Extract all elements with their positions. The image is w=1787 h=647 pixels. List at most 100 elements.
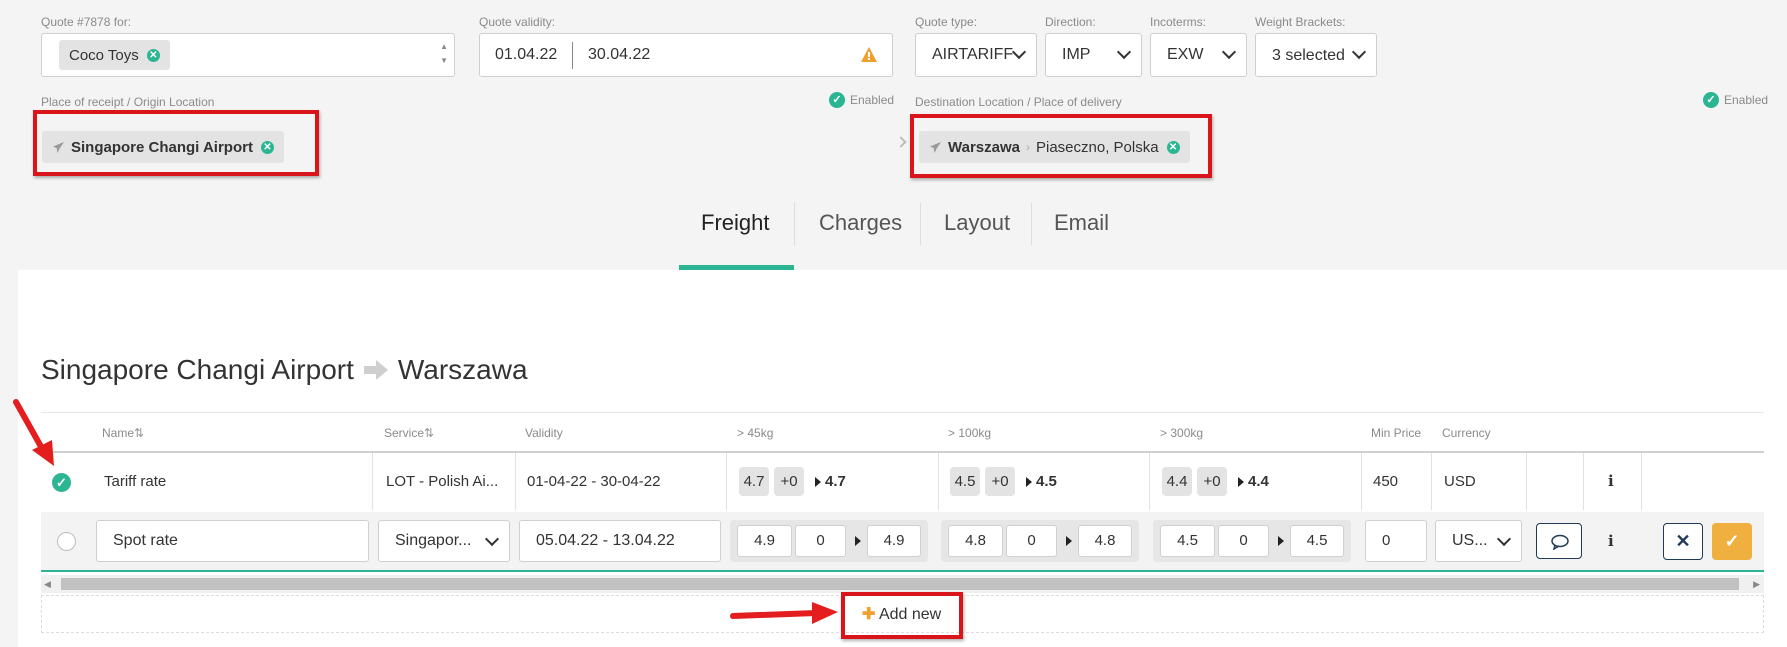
tab-divider <box>794 203 795 245</box>
customer-select[interactable]: Coco Toys ✕ ▲ ▼ <box>41 33 455 77</box>
destination-enabled-label: Enabled <box>1724 93 1769 107</box>
incoterms-value: EXW <box>1167 46 1204 63</box>
quote-for-label: Quote #7878 for: <box>41 15 132 29</box>
route-to: Warszawa <box>397 354 528 385</box>
column-divider <box>1149 453 1150 510</box>
scroll-right-icon[interactable]: ▶ <box>1753 579 1760 590</box>
comment-button[interactable] <box>1536 523 1582 559</box>
check-circle-icon: ✓ <box>829 92 845 108</box>
tab-freight[interactable]: Freight <box>701 210 769 236</box>
validity-from[interactable]: 01.04.22 <box>495 46 557 64</box>
remove-icon[interactable]: ✕ <box>1166 140 1180 154</box>
unselected-radio-icon[interactable] <box>57 532 76 551</box>
spot-300-total[interactable]: 4.5 <box>1290 525 1344 557</box>
spot-validity-input[interactable]: 05.04.22 - 13.04.22 <box>519 520 721 562</box>
quote-type-value: AIRTARIFF <box>932 46 1014 63</box>
tab-divider <box>1031 203 1032 245</box>
destination-region: Piaseczno, Polska <box>1035 138 1159 156</box>
route-title: Singapore Changi Airport Warszawa <box>41 354 528 386</box>
spot-45-base[interactable]: 4.9 <box>737 525 792 557</box>
selected-radio-icon[interactable]: ✓ <box>52 473 71 492</box>
chevron-right-icon: › <box>1025 140 1030 154</box>
quote-type-label: Quote type: <box>915 15 978 29</box>
destination-enabled-status[interactable]: ✓ Enabled <box>1703 92 1768 108</box>
tariff-currency: USD <box>1444 473 1476 490</box>
spot-service-select[interactable]: Singapor... <box>378 520 510 562</box>
chevron-down-icon <box>1011 44 1027 60</box>
spot-100-total[interactable]: 4.8 <box>1078 525 1132 557</box>
column-divider <box>938 453 939 510</box>
add-new-label: Add new <box>878 606 942 623</box>
column-divider <box>1583 453 1584 510</box>
validity-range-input[interactable]: 01.04.22 30.04.22 <box>479 33 893 77</box>
quote-type-select[interactable]: AIRTARIFF <box>915 33 1037 77</box>
scroll-left-icon[interactable]: ◀ <box>44 579 51 590</box>
incoterms-label: Incoterms: <box>1150 15 1207 29</box>
weight-brackets-select[interactable]: 3 selected <box>1255 33 1377 77</box>
tariff-name: Tariff rate <box>104 473 167 490</box>
direction-label: Direction: <box>1045 15 1096 29</box>
weight-brackets-label: Weight Brackets: <box>1255 15 1346 29</box>
weight-brackets-value: 3 selected <box>1272 47 1345 64</box>
plus-icon: ✚ <box>862 606 876 623</box>
destination-tag[interactable]: Warszawa › Piaseczno, Polska ✕ <box>919 131 1190 163</box>
spot-300-add[interactable]: 0 <box>1218 525 1269 557</box>
confirm-button[interactable]: ✓ <box>1712 523 1752 560</box>
validity-to[interactable]: 30.04.22 <box>588 46 650 64</box>
chevron-down-icon <box>1351 44 1367 60</box>
origin-tag[interactable]: Singapore Changi Airport ✕ <box>42 131 284 163</box>
header-min-price: Min Price <box>1371 426 1422 440</box>
tab-charges[interactable]: Charges <box>819 210 902 236</box>
scroll-arrows-icon[interactable]: ▲ ▼ <box>440 40 448 68</box>
spot-100-base[interactable]: 4.8 <box>948 525 1003 557</box>
annotation-arrow-right <box>730 602 838 624</box>
horizontal-scrollbar[interactable]: ◀ ▶ <box>41 575 1764 593</box>
info-icon[interactable]: i <box>1608 532 1614 550</box>
cancel-button[interactable]: ✕ <box>1663 523 1703 560</box>
arrow-right-icon <box>363 360 388 380</box>
scrollbar-thumb[interactable] <box>61 578 1739 590</box>
tariff-100-total: 4.5 <box>1036 473 1057 490</box>
sort-icon[interactable]: ⇅ <box>134 426 144 440</box>
header-service[interactable]: Service⇅ <box>384 426 434 440</box>
spot-name-input[interactable]: Spot rate <box>96 520 369 562</box>
tab-divider <box>920 203 921 245</box>
spot-100-add[interactable]: 0 <box>1006 525 1057 557</box>
column-divider <box>1361 453 1362 510</box>
route-from: Singapore Changi Airport <box>41 354 354 385</box>
caret-right-icon <box>1026 477 1032 487</box>
remove-icon[interactable]: ✕ <box>146 48 160 62</box>
sort-icon[interactable]: ⇅ <box>424 426 434 440</box>
customer-tag-label: Coco Toys <box>69 46 139 64</box>
origin-tag-label: Singapore Changi Airport <box>71 138 253 156</box>
plane-icon <box>52 141 65 153</box>
check-circle-icon: ✓ <box>1703 92 1719 108</box>
tariff-service: LOT - Polish Ai... <box>386 473 499 490</box>
header-currency: Currency <box>1442 426 1491 440</box>
chevron-down-icon <box>1116 44 1132 60</box>
tariff-300-base: 4.4 <box>1162 467 1192 496</box>
quote-validity-label: Quote validity: <box>479 15 556 29</box>
customer-tag[interactable]: Coco Toys ✕ <box>59 40 170 70</box>
spot-300-base[interactable]: 4.5 <box>1160 525 1215 557</box>
caret-right-icon <box>815 477 821 487</box>
tariff-300-add: +0 <box>1197 467 1227 496</box>
spot-45-total[interactable]: 4.9 <box>867 525 921 557</box>
origin-enabled-status[interactable]: ✓ Enabled <box>829 92 894 108</box>
chevron-down-icon <box>484 531 500 547</box>
caret-right-icon <box>1278 536 1284 546</box>
caret-right-icon <box>855 536 861 546</box>
chevron-down-icon <box>1221 44 1237 60</box>
spot-45-add[interactable]: 0 <box>795 525 846 557</box>
remove-icon[interactable]: ✕ <box>260 140 274 154</box>
header-name[interactable]: Name⇅ <box>102 426 144 440</box>
info-icon[interactable]: i <box>1608 472 1614 490</box>
tab-layout[interactable]: Layout <box>944 210 1010 236</box>
column-divider <box>1431 453 1432 510</box>
spot-currency-select[interactable]: US... <box>1435 520 1522 562</box>
spot-min-price-input[interactable]: 0 <box>1365 520 1427 562</box>
tab-email[interactable]: Email <box>1054 210 1109 236</box>
incoterms-select[interactable]: EXW <box>1150 33 1247 77</box>
direction-select[interactable]: IMP <box>1045 33 1142 77</box>
add-new-button[interactable]: ✚ Add new <box>862 604 941 624</box>
